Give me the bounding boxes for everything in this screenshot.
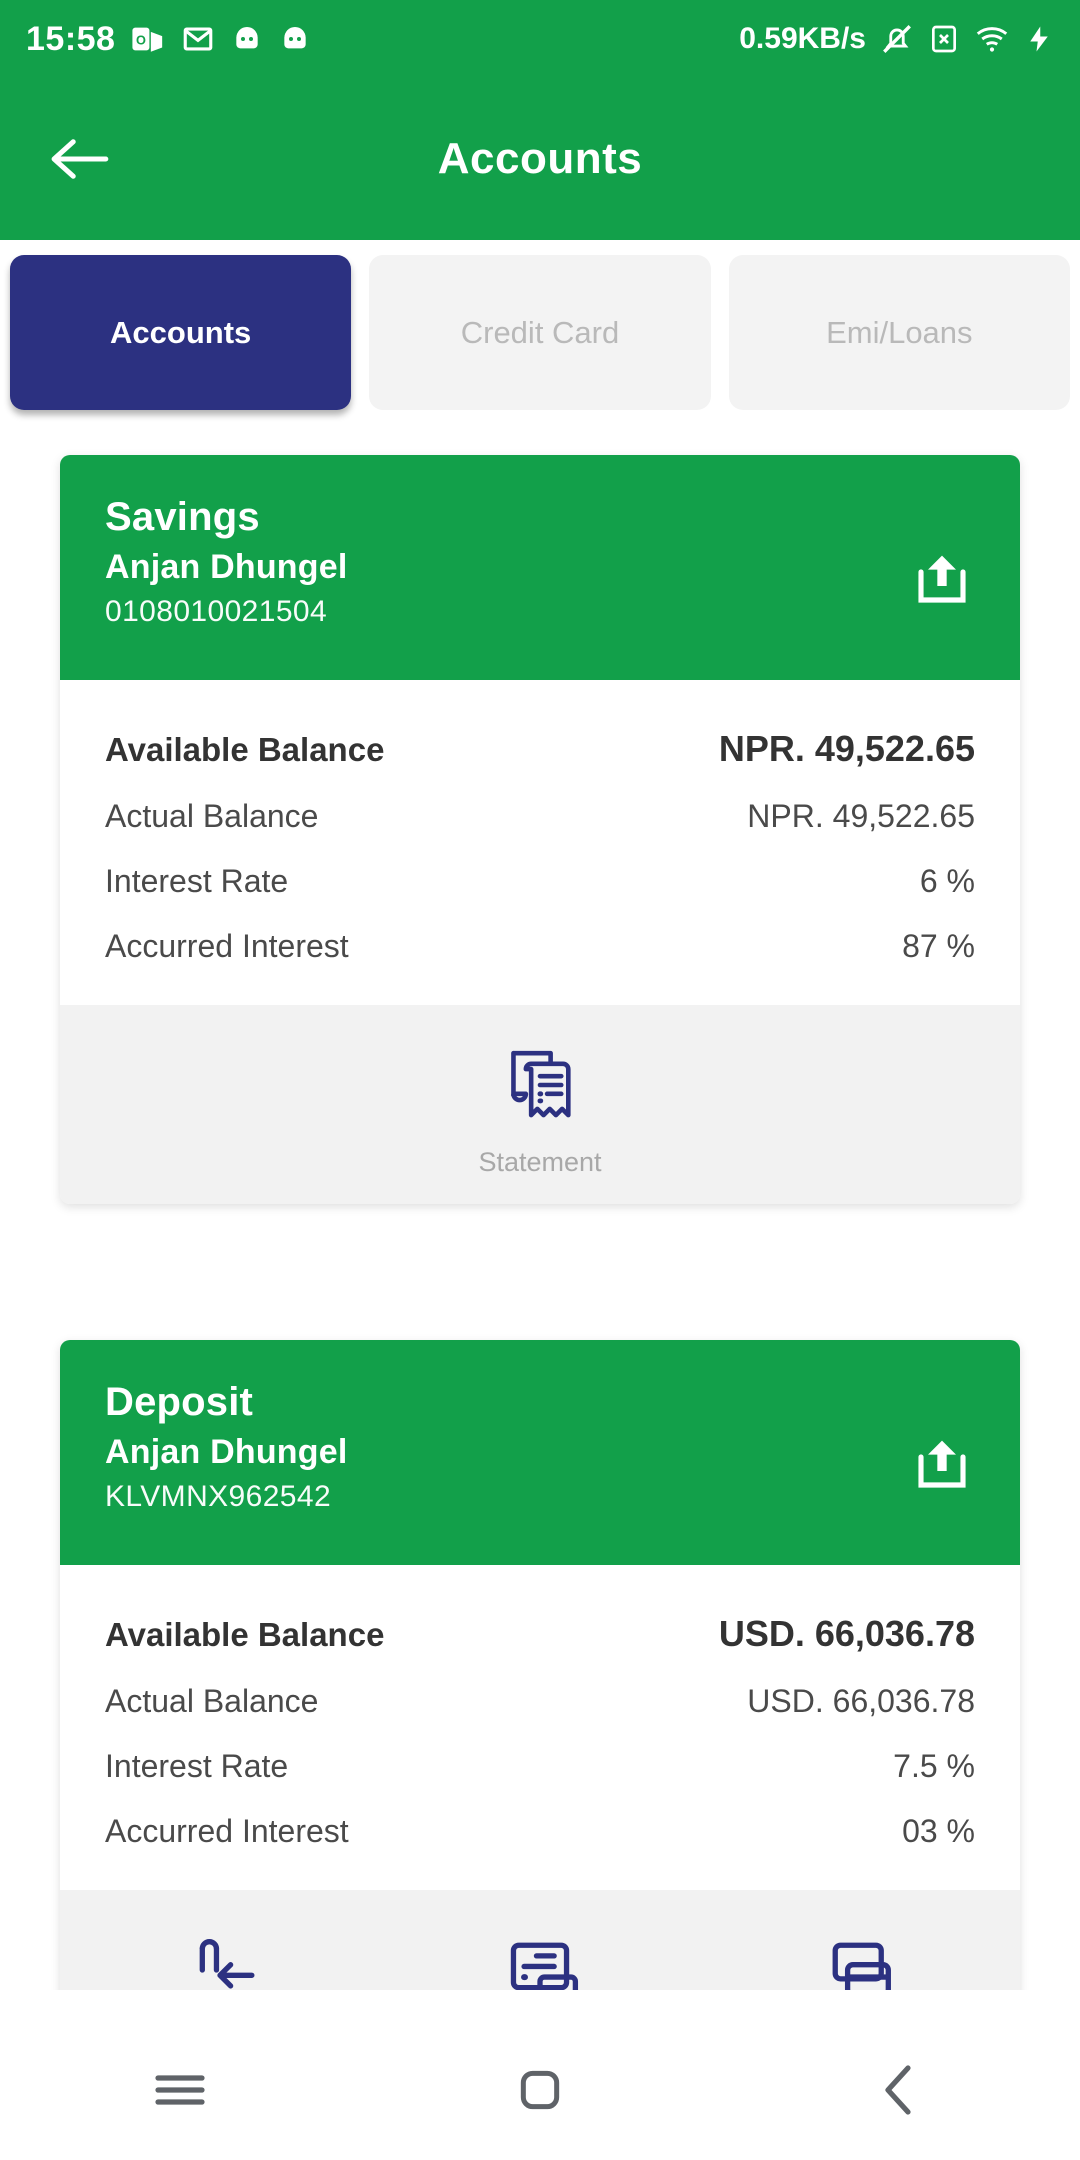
app-bar: Accounts <box>0 78 1080 240</box>
detail-label: Interest Rate <box>105 863 289 899</box>
android-icon <box>279 23 311 55</box>
sim-x-icon <box>928 23 960 55</box>
detail-row: Accurred Interest 03 % <box>105 1799 975 1864</box>
account-holder-name: Anjan Dhungel <box>105 1433 348 1471</box>
account-type: Deposit <box>105 1380 254 1424</box>
detail-row: Interest Rate 6 % <box>105 849 975 914</box>
arrow-left-icon <box>51 139 109 179</box>
account-card-savings[interactable]: Savings Anjan Dhungel 0108010021504 Avai… <box>60 455 1020 1204</box>
status-bar-right: 0.59KB/s <box>739 21 1054 57</box>
detail-value: USD. 66,036.78 <box>747 1683 975 1719</box>
account-holder-name: Anjan Dhungel <box>105 548 348 586</box>
app-screen: 15:58 O 0.59KB/s Accounts Accounts Credi… <box>0 0 1080 2160</box>
account-actions: Statement <box>60 1005 1020 1204</box>
tab-emi-loans-label: Emi/Loans <box>826 314 973 350</box>
account-details-list: Available Balance USD. 66,036.78 Actual … <box>60 1565 1020 1890</box>
detail-row: Accurred Interest 87 % <box>105 914 975 979</box>
wifi-icon <box>974 21 1010 57</box>
account-type-tabs: Accounts Credit Card Emi/Loans <box>0 255 1080 410</box>
detail-label: Accurred Interest <box>105 1813 349 1849</box>
detail-value: 6 % <box>919 863 975 899</box>
tab-accounts[interactable]: Accounts <box>10 255 352 410</box>
status-bar: 15:58 O 0.59KB/s <box>0 0 1080 78</box>
status-time: 15:58 <box>26 19 116 58</box>
status-bar-left: 15:58 O <box>26 20 311 59</box>
back-button[interactable] <box>44 124 114 194</box>
account-number: KLVMNX962542 <box>105 1480 332 1513</box>
back-chevron-icon <box>885 2065 911 2115</box>
detail-value: NPR. 49,522.65 <box>747 798 975 834</box>
gmail-icon <box>181 22 215 56</box>
detail-value: 03 % <box>902 1813 975 1849</box>
account-card-header: Savings Anjan Dhungel 0108010021504 <box>60 455 1020 680</box>
statement-receipt-icon <box>511 1050 571 1118</box>
tab-credit-card[interactable]: Credit Card <box>369 255 711 410</box>
share-account-button[interactable] <box>912 551 972 607</box>
back-button-nav[interactable] <box>845 2035 955 2145</box>
detail-row: Actual Balance NPR. 49,522.65 <box>105 784 975 849</box>
mute-notifications-icon <box>880 22 914 56</box>
svg-text:O: O <box>136 33 146 48</box>
home-button[interactable] <box>485 2035 595 2145</box>
detail-label: Actual Balance <box>105 798 319 834</box>
account-card-header: Deposit Anjan Dhungel KLVMNX962542 <box>60 1340 1020 1565</box>
network-speed: 0.59KB/s <box>739 22 866 55</box>
detail-row: Available Balance NPR. 49,522.65 <box>105 714 975 784</box>
detail-label: Available Balance <box>105 731 385 768</box>
recents-button[interactable] <box>125 2035 235 2145</box>
detail-label: Interest Rate <box>105 1748 289 1784</box>
page-title: Accounts <box>437 134 643 183</box>
account-details-list: Available Balance NPR. 49,522.65 Actual … <box>60 680 1020 1005</box>
share-export-icon <box>918 1440 966 1488</box>
detail-value: 7.5 % <box>893 1748 975 1784</box>
account-card-deposit[interactable]: Deposit Anjan Dhungel KLVMNX962542 Avail… <box>60 1340 1020 2058</box>
outlook-icon: O <box>131 22 165 56</box>
detail-row: Actual Balance USD. 66,036.78 <box>105 1669 975 1734</box>
share-account-button[interactable] <box>912 1436 972 1492</box>
charging-bolt-icon <box>1024 22 1054 56</box>
detail-row: Available Balance USD. 66,036.78 <box>105 1599 975 1669</box>
detail-label: Available Balance <box>105 1616 385 1653</box>
home-square-icon <box>520 2070 560 2110</box>
detail-row: Interest Rate 7.5 % <box>105 1734 975 1799</box>
account-number: 0108010021504 <box>105 595 328 628</box>
detail-label: Accurred Interest <box>105 928 349 964</box>
system-navigation-bar <box>0 2020 1080 2160</box>
detail-value: 87 % <box>902 928 975 964</box>
android-icon <box>231 23 263 55</box>
statement-action-label: Statement <box>478 1147 602 1177</box>
recents-hamburger-icon <box>155 2075 205 2105</box>
detail-value: USD. 66,036.78 <box>718 1613 975 1654</box>
account-type: Savings <box>105 495 260 539</box>
statement-action-button[interactable]: Statement <box>382 1039 699 1178</box>
tab-emi-loans[interactable]: Emi/Loans <box>728 255 1070 410</box>
tab-credit-card-label: Credit Card <box>460 314 620 350</box>
detail-label: Actual Balance <box>105 1683 319 1719</box>
tab-accounts-label: Accounts <box>110 314 252 350</box>
detail-value: NPR. 49,522.65 <box>718 728 975 769</box>
viewport-clip-mask <box>0 1990 1080 2020</box>
share-export-icon <box>918 555 966 603</box>
